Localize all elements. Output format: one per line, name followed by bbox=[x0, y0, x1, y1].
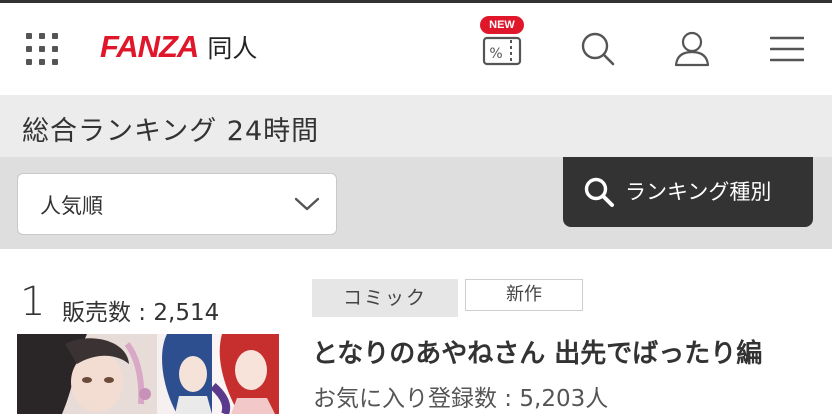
sales-count: 販売数 : 2,514 bbox=[62, 300, 220, 326]
grid-menu-icon[interactable] bbox=[26, 33, 58, 65]
sort-order-select[interactable]: 人気順 bbox=[17, 173, 337, 235]
sort-order-value: 人気順 bbox=[40, 194, 103, 218]
logo-brand-text: FANZA bbox=[100, 29, 199, 64]
site-header: FANZA 同人 NEW % bbox=[0, 3, 832, 95]
item-title[interactable]: となりのあやねさん 出先でばったり編 bbox=[312, 333, 762, 370]
ranking-type-button[interactable]: ランキング種別 bbox=[563, 157, 813, 227]
coupon-symbol: % bbox=[489, 46, 502, 62]
search-icon[interactable] bbox=[579, 30, 617, 68]
tag-new-release: 新作 bbox=[465, 279, 583, 311]
new-badge: NEW bbox=[480, 16, 524, 34]
chevron-down-icon bbox=[294, 197, 320, 211]
site-logo[interactable]: FANZA 同人 bbox=[100, 27, 257, 67]
page-title-band: 総合ランキング 24時間 bbox=[0, 95, 832, 157]
ranking-type-label: ランキング種別 bbox=[625, 180, 772, 204]
user-icon[interactable] bbox=[674, 29, 710, 69]
page-title: 総合ランキング 24時間 bbox=[22, 116, 320, 147]
tag-comic: コミック bbox=[312, 279, 458, 317]
logo-section-text: 同人 bbox=[207, 34, 258, 63]
hamburger-menu-icon[interactable] bbox=[770, 35, 804, 63]
product-thumbnail[interactable] bbox=[17, 334, 279, 414]
search-icon bbox=[584, 177, 614, 207]
filter-band: 人気順 ランキング種別 bbox=[0, 157, 832, 249]
favorites-count: お気に入り登録数 : 5,203人 bbox=[313, 386, 609, 412]
rank-number: 1 bbox=[20, 279, 46, 325]
coupon-icon: % bbox=[482, 36, 522, 66]
